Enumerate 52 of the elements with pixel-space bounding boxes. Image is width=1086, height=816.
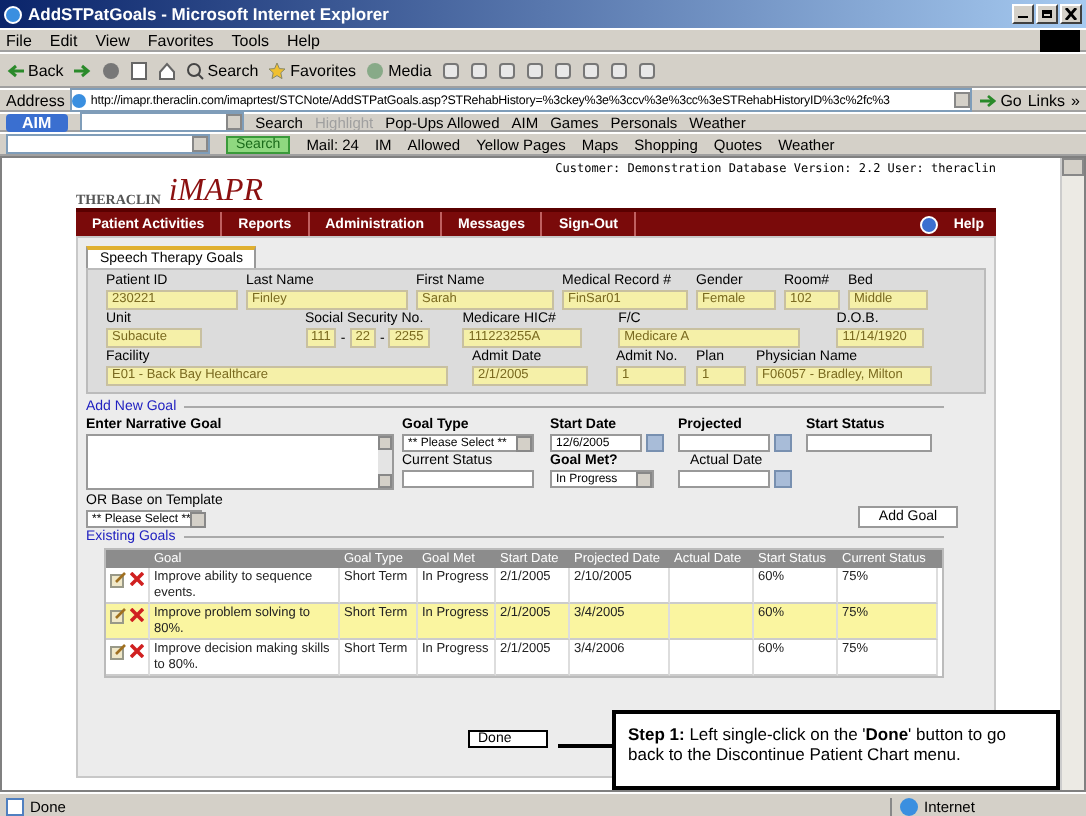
product-name: iMAPR [168, 176, 263, 208]
search-icon [185, 61, 204, 79]
minimize-button[interactable] [1012, 4, 1034, 24]
current-status-field[interactable] [402, 470, 534, 488]
forward-arrow-icon[interactable] [73, 61, 92, 79]
edit-icon[interactable] [110, 644, 126, 660]
projected-date-field[interactable] [678, 434, 770, 452]
more-chevron[interactable]: » [1071, 91, 1080, 109]
menu-item[interactable]: Help [286, 31, 320, 49]
instruction-callout: Step 1: Left single-click on the 'Done' button to go back to the Discontinue Patient Chart menu. [612, 710, 1060, 790]
help-icon[interactable] [919, 215, 938, 233]
arrow-icon [978, 91, 997, 109]
menu-item[interactable]: File [6, 31, 32, 49]
actual-date-field[interactable] [678, 470, 770, 488]
maximize-button[interactable] [1036, 4, 1058, 24]
table-cell [670, 640, 754, 676]
narrative-goal-field[interactable] [86, 434, 394, 490]
menu-item[interactable]: Edit [49, 31, 78, 49]
toolbar-button[interactable]: Favorites [268, 61, 357, 79]
address-label: Address [6, 91, 65, 109]
aim-logo[interactable]: AIM [6, 113, 68, 131]
star-icon [268, 61, 287, 79]
page-icon [72, 93, 87, 107]
menu-item[interactable]: Favorites [147, 31, 214, 49]
toolbar-button[interactable]: Back [6, 61, 64, 79]
scrollbar[interactable] [1060, 158, 1084, 790]
edit-icon[interactable] [110, 572, 126, 588]
menu-item[interactable]: Tools [231, 31, 269, 49]
home-icon[interactable] [157, 61, 176, 79]
start-status-field[interactable] [806, 434, 932, 452]
table-cell [670, 604, 754, 640]
window-title: AddSTPatGoals - Microsoft Internet Explorer [28, 4, 391, 24]
stop-icon[interactable] [101, 61, 120, 79]
delete-icon[interactable] [130, 608, 144, 622]
toolbar-button[interactable]: Media [366, 61, 432, 79]
back-arrow-icon [6, 61, 24, 79]
leader-line [558, 744, 612, 748]
menu-item[interactable]: View [95, 31, 130, 49]
go-button[interactable]: Go [978, 91, 1022, 109]
page-icon [6, 797, 24, 815]
media-icon [366, 61, 385, 79]
edit-icon[interactable] [110, 608, 126, 624]
delete-icon[interactable] [130, 572, 144, 586]
search-dropdown[interactable] [6, 134, 210, 154]
delete-icon[interactable] [130, 644, 144, 658]
search-dropdown[interactable] [79, 112, 244, 132]
links-label[interactable]: Links [1027, 91, 1066, 109]
close-button[interactable] [1060, 4, 1082, 24]
browser-icon [4, 5, 22, 23]
toolbar-button[interactable]: Search [185, 61, 259, 79]
scroll-up-button[interactable] [1062, 158, 1084, 176]
windows-logo-icon [1040, 29, 1080, 51]
